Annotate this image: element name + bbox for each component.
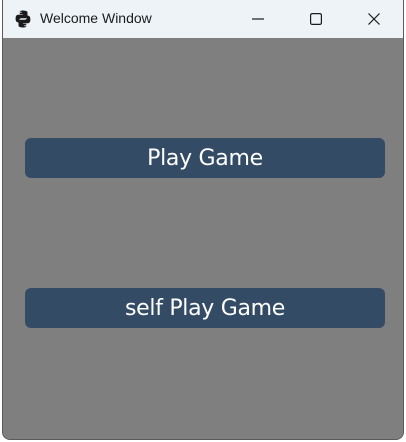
close-icon — [368, 10, 380, 29]
title-bar[interactable]: Welcome Window — [3, 0, 403, 38]
maximize-icon — [310, 10, 323, 29]
python-icon — [13, 9, 33, 29]
window-title: Welcome Window — [40, 10, 152, 26]
maximize-button[interactable] — [287, 0, 345, 38]
close-button[interactable] — [345, 0, 403, 38]
play-game-button[interactable]: Play Game — [25, 138, 385, 178]
minimize-button[interactable] — [229, 0, 287, 38]
minimize-icon — [252, 10, 264, 29]
app-window: Welcome Window Play Game self Play Game — [2, 0, 404, 440]
window-content: Play Game self Play Game — [3, 38, 403, 439]
self-play-game-button[interactable]: self Play Game — [25, 288, 385, 328]
